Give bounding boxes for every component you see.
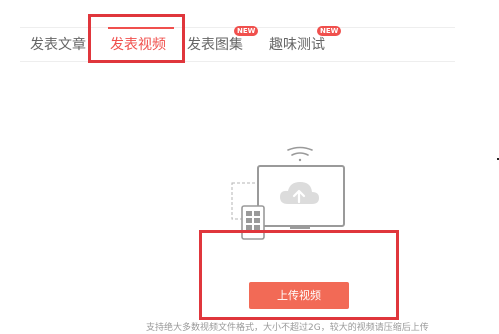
new-badge: NEW (234, 26, 259, 36)
upload-hint: 支持绝大多数视频文件格式，大小不超过2G，较大的视频请压缩后上传 (146, 323, 429, 333)
upload-video-button[interactable]: 上传视频 (249, 282, 349, 309)
tab-fun-quiz[interactable]: 趣味测试 (269, 36, 325, 54)
tab-gallery[interactable]: 发表图集 (187, 36, 243, 54)
tab-divider (20, 61, 455, 62)
wifi-icon (287, 146, 313, 162)
new-badge: NEW (317, 26, 342, 36)
tab-article[interactable]: 发表文章 (30, 36, 86, 54)
highlight-box-video-tab (88, 14, 185, 63)
